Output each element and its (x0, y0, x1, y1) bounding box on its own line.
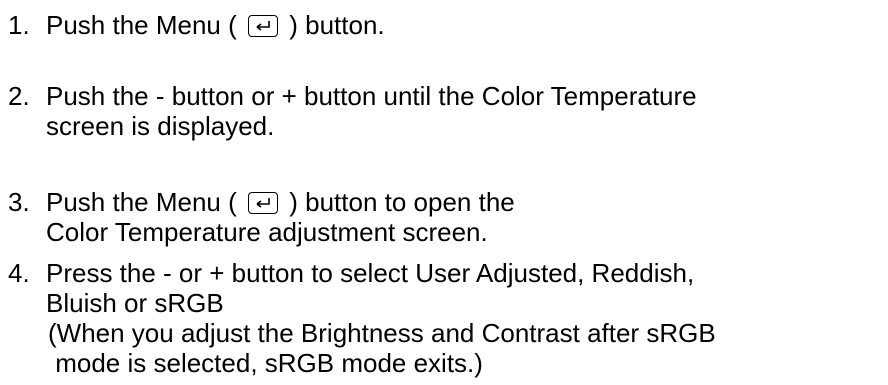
step-2: 2. Push the - button or + button until t… (8, 81, 884, 141)
step-text: Press the - or + button to select User A… (46, 258, 884, 378)
step-text-after-icon: ) button. (289, 10, 385, 40)
step-text: Push the - button or + button until the … (46, 81, 884, 141)
step-3: 3. Push the Menu ( ) button to open the … (8, 187, 884, 247)
step-note-line: mode is selected, sRGB mode exits.) (48, 348, 483, 378)
step-number: 4. (8, 258, 30, 288)
step-line: Push the - button or + button until the … (46, 81, 697, 111)
step-4: 4. Press the - or + button to select Use… (8, 258, 884, 378)
step-line: Press the - or + button to select User A… (46, 258, 695, 288)
enter-key-icon (248, 192, 279, 214)
step-text: Push the Menu ( ) button to open the Col… (46, 187, 884, 247)
step-number: 3. (8, 187, 30, 217)
step-text-before-icon: Push the Menu ( (46, 10, 237, 40)
enter-key-icon (248, 15, 279, 37)
step-line: Push the Menu ( ) button. (46, 10, 884, 40)
step-text: Push the Menu ( ) button. (46, 10, 884, 40)
step-line: Color Temperature adjustment screen. (46, 217, 488, 247)
step-text-before-icon: Push the Menu ( (46, 187, 237, 217)
step-line: Push the Menu ( ) button to open the (46, 187, 884, 217)
step-line: screen is displayed. (46, 111, 275, 141)
step-line: Bluish or sRGB (46, 288, 224, 318)
step-1: 1. Push the Menu ( ) button. (8, 10, 884, 40)
step-text-after-icon: ) button to open the (289, 187, 515, 217)
step-number: 1. (8, 10, 30, 40)
step-number: 2. (8, 81, 30, 111)
step-note-line: (When you adjust the Brightness and Cont… (48, 318, 716, 348)
